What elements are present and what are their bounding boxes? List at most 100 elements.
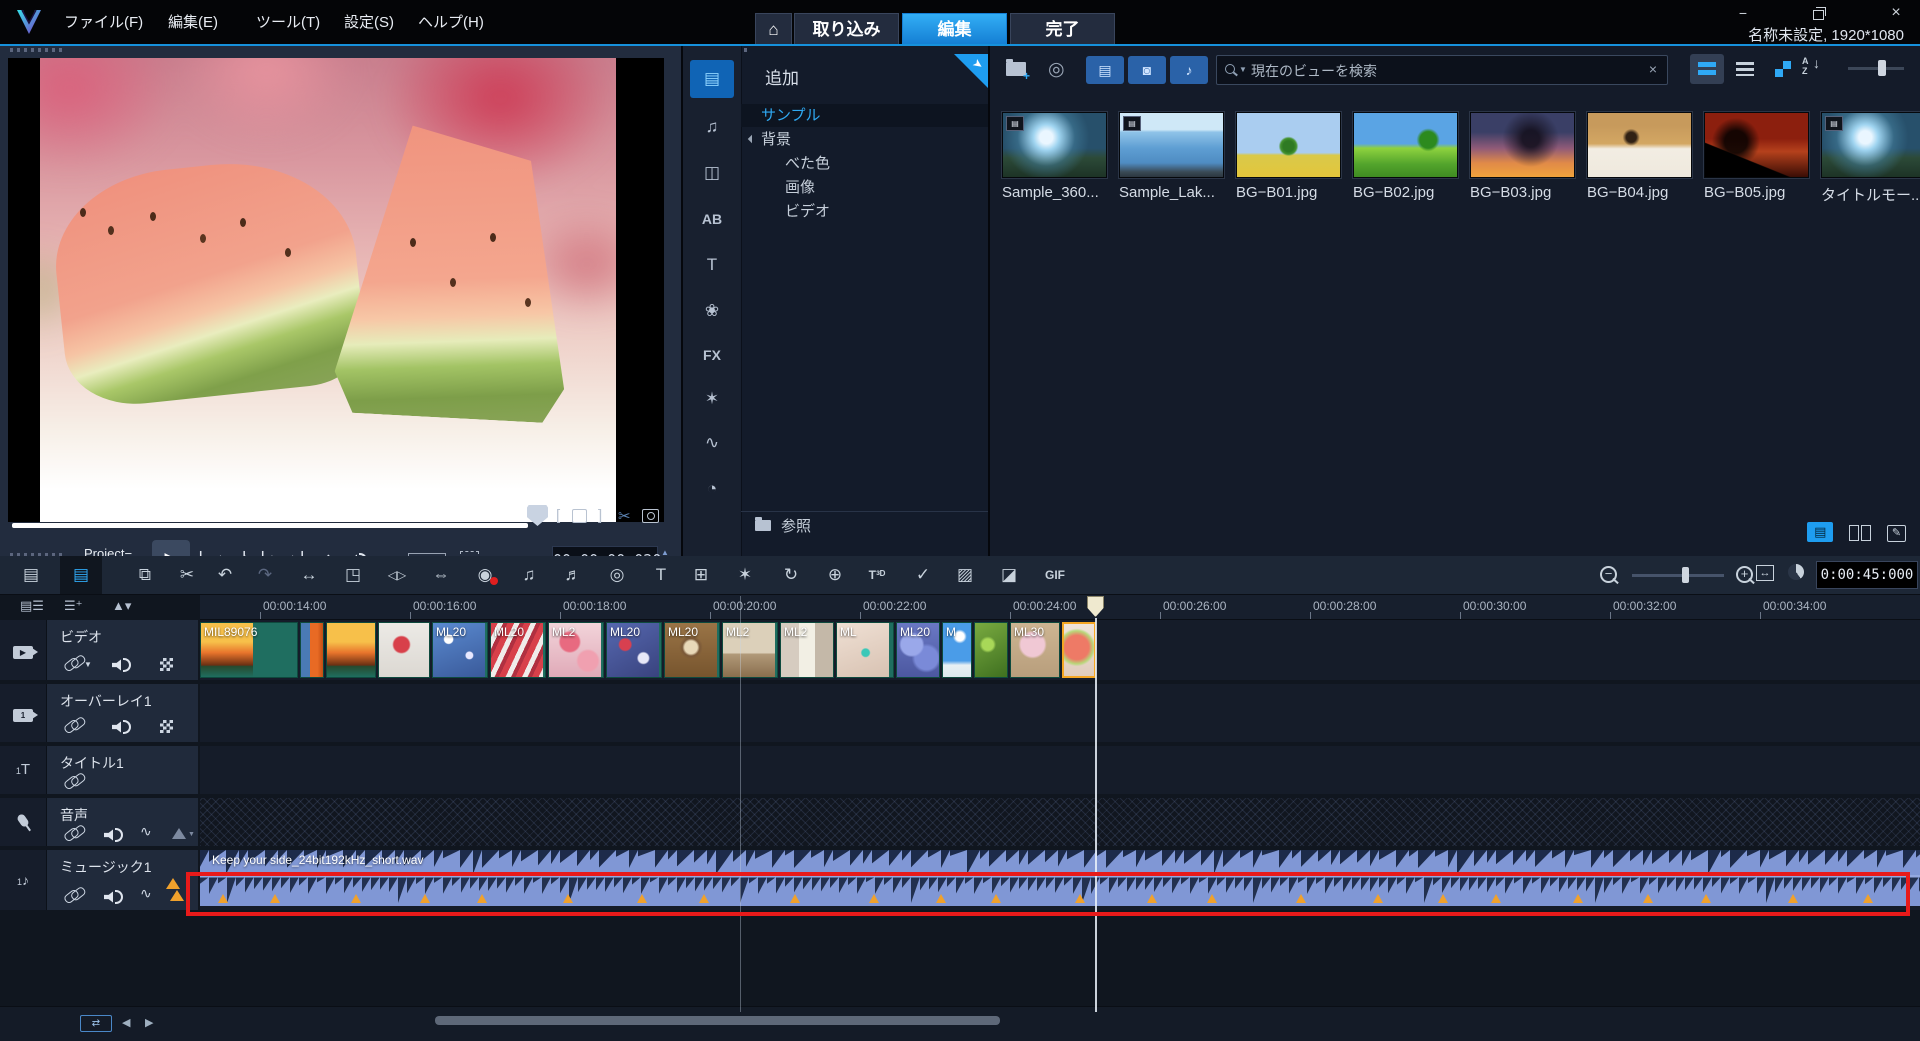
- timeline-clip[interactable]: ML2: [548, 622, 604, 678]
- edit-options-button[interactable]: ✎: [1887, 525, 1906, 542]
- add-folder-button[interactable]: 追加: [753, 64, 799, 90]
- panel-drag-handle[interactable]: [10, 48, 64, 52]
- track-list-icon[interactable]: ▤☰: [20, 598, 44, 614]
- trim-frame-icon[interactable]: [572, 509, 587, 523]
- tab-完了[interactable]: 完了: [1010, 13, 1115, 44]
- capture-button[interactable]: ◎: [1048, 58, 1065, 81]
- tree-item-べた色[interactable]: べた色: [741, 152, 988, 175]
- timeline-clip[interactable]: MIL89076: [200, 622, 298, 678]
- timeline-zoom-slider[interactable]: [1632, 574, 1724, 577]
- snapshot-icon[interactable]: [642, 509, 659, 523]
- split-clip-button[interactable]: ◁▷: [382, 562, 412, 588]
- menu-item-1[interactable]: 編集(E): [168, 11, 218, 32]
- mark-in-icon[interactable]: [: [556, 507, 560, 524]
- media-library-icon[interactable]: ▤: [690, 60, 734, 98]
- timeline-clip[interactable]: ML20: [664, 622, 720, 678]
- library-panel-toggle[interactable]: ▤: [1807, 522, 1833, 542]
- track-header-voice[interactable]: 音声 ∿ ▼: [0, 798, 198, 846]
- thumbnail-size-slider-thumb[interactable]: [1878, 60, 1886, 76]
- transparency-icon[interactable]: [160, 720, 173, 733]
- speed-time-icon[interactable]: ◔: [690, 470, 734, 508]
- horizontal-scrollbar[interactable]: [435, 1016, 1000, 1025]
- timeline-clip[interactable]: ML2: [722, 622, 778, 678]
- view-grid-button[interactable]: [1766, 54, 1800, 84]
- gallery-item[interactable]: ▤Sample_Lak...: [1119, 112, 1224, 201]
- add-track-icon[interactable]: ☰⁺: [64, 598, 83, 614]
- overlay-library-icon[interactable]: ❀: [690, 292, 734, 330]
- gallery-item[interactable]: ▤タイトルモー...: [1821, 112, 1920, 205]
- gallery-item[interactable]: BG−B04.jpg: [1587, 112, 1692, 201]
- beat-marker-icon[interactable]: [170, 890, 184, 901]
- search-scope-dropdown-icon[interactable]: ▼: [1239, 65, 1247, 74]
- grid-button[interactable]: ⊞: [686, 562, 716, 588]
- split-tone-button[interactable]: ◪: [994, 562, 1024, 588]
- timeline-clip[interactable]: M: [942, 622, 972, 678]
- track-header-overlay[interactable]: 1 オーバーレイ1: [0, 684, 198, 742]
- timeline-clip[interactable]: [300, 622, 324, 678]
- filter-photo-toggle[interactable]: ◙: [1128, 56, 1166, 84]
- waveform-toggle-icon[interactable]: ∿: [140, 823, 152, 840]
- pin-panel-toggle[interactable]: ➤: [954, 54, 988, 88]
- scroll-left-icon[interactable]: ◀: [122, 1016, 130, 1029]
- motion-effect-button[interactable]: ✶: [730, 562, 760, 588]
- motion-path-icon[interactable]: ∿: [690, 424, 734, 462]
- gallery-item[interactable]: BG−B03.jpg: [1470, 112, 1575, 201]
- zoom-out-icon[interactable]: −: [1600, 566, 1617, 583]
- filter-wand-icon[interactable]: ✶: [690, 380, 734, 418]
- audio-mixer-button[interactable]: ♫: [514, 562, 544, 588]
- scrub-marker[interactable]: [527, 505, 548, 526]
- view-list-button[interactable]: [1728, 54, 1762, 84]
- copy-button[interactable]: ⧉: [130, 562, 160, 588]
- timeline-zoom-thumb[interactable]: [1682, 567, 1689, 583]
- timeline-clip-selected[interactable]: [1062, 622, 1096, 678]
- gallery-item[interactable]: BG−B02.jpg: [1353, 112, 1458, 201]
- timeline-clip[interactable]: ML20: [432, 622, 488, 678]
- timeline-clip[interactable]: [326, 622, 376, 678]
- browse-button[interactable]: 参照: [741, 511, 988, 542]
- link-icon[interactable]: [63, 826, 80, 842]
- track-header-title[interactable]: 1T タイトル1: [0, 746, 198, 794]
- timeline-clip[interactable]: ML30: [1010, 622, 1060, 678]
- thumbnail-size-slider[interactable]: [1848, 67, 1904, 70]
- link-icon[interactable]: [63, 718, 80, 734]
- trim-button[interactable]: ⇔: [426, 562, 456, 588]
- tree-item-サンプル[interactable]: サンプル: [741, 104, 988, 127]
- auto-music-button[interactable]: ♬: [558, 562, 588, 588]
- voice-track-body[interactable]: [200, 798, 1920, 846]
- text-title-icon[interactable]: T: [690, 246, 734, 284]
- dual-pane-toggle[interactable]: [1847, 522, 1873, 542]
- menu-item-4[interactable]: ヘルプ(H): [418, 11, 484, 32]
- audio-point-dropdown-icon[interactable]: ▼: [188, 831, 195, 838]
- timeline-view-button[interactable]: ▤: [66, 562, 96, 588]
- gallery-item[interactable]: BG−B01.jpg: [1236, 112, 1341, 201]
- storyboard-view-button[interactable]: ▤: [16, 562, 46, 588]
- subtitle-editor-button[interactable]: T: [646, 562, 676, 588]
- fit-timeline-icon[interactable]: ↔: [1756, 565, 1774, 581]
- undo-button[interactable]: ↶: [210, 562, 240, 588]
- transition-library-icon[interactable]: ◫: [690, 154, 734, 192]
- sort-button[interactable]: ↓AZ: [1802, 56, 1809, 76]
- video-track-body[interactable]: MIL89076ML20ML20ML2ML20ML20ML2ML2MLML20M…: [200, 620, 1920, 680]
- track-header-video[interactable]: ▶ ビデオ ▼: [0, 620, 198, 680]
- expand-icon[interactable]: [748, 135, 756, 143]
- waveform-toggle-icon[interactable]: ∿: [140, 885, 152, 902]
- timeline-clip[interactable]: ML: [836, 622, 894, 678]
- redo-button[interactable]: ↷: [250, 562, 280, 588]
- title-ab-icon[interactable]: AB: [690, 200, 734, 238]
- fit-to-window-button[interactable]: ⇄: [80, 1015, 112, 1032]
- tab-home[interactable]: ⌂: [755, 13, 792, 44]
- overlay-track-body[interactable]: [200, 684, 1920, 742]
- timeline-ruler[interactable]: 00:00:14:0000:00:16:0000:00:18:0000:00:2…: [200, 595, 1920, 620]
- title-track-body[interactable]: [200, 746, 1920, 794]
- motion-tracking-button[interactable]: ⊕: [820, 562, 850, 588]
- split-tools-button[interactable]: ✂: [172, 562, 202, 588]
- timeline-clip[interactable]: ML20: [606, 622, 662, 678]
- timeline-clip[interactable]: ML20: [896, 622, 940, 678]
- tab-編集[interactable]: 編集: [902, 13, 1007, 44]
- transparency-icon[interactable]: [160, 658, 173, 671]
- timeline-clip[interactable]: ML20: [490, 622, 546, 678]
- import-media-button[interactable]: +: [1006, 62, 1026, 79]
- gallery-item[interactable]: BG−B05.jpg: [1704, 112, 1809, 201]
- tree-item-画像[interactable]: 画像: [741, 176, 988, 199]
- filter-audio-toggle[interactable]: ♪: [1170, 56, 1208, 84]
